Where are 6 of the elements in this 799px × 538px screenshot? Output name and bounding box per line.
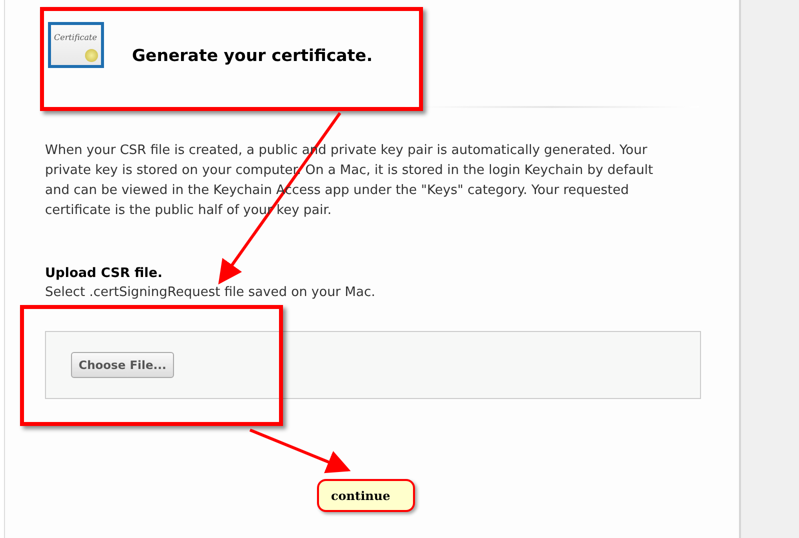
upload-hint: Select .certSigningRequest file saved on your Mac. <box>45 285 376 300</box>
upload-heading: Upload CSR file. <box>45 266 164 281</box>
page-title: Generate your certificate. <box>132 46 373 64</box>
certificate-icon: Certificate <box>48 22 104 68</box>
continue-callout: continue <box>317 479 415 512</box>
choose-file-button[interactable]: Choose File... <box>71 352 174 378</box>
